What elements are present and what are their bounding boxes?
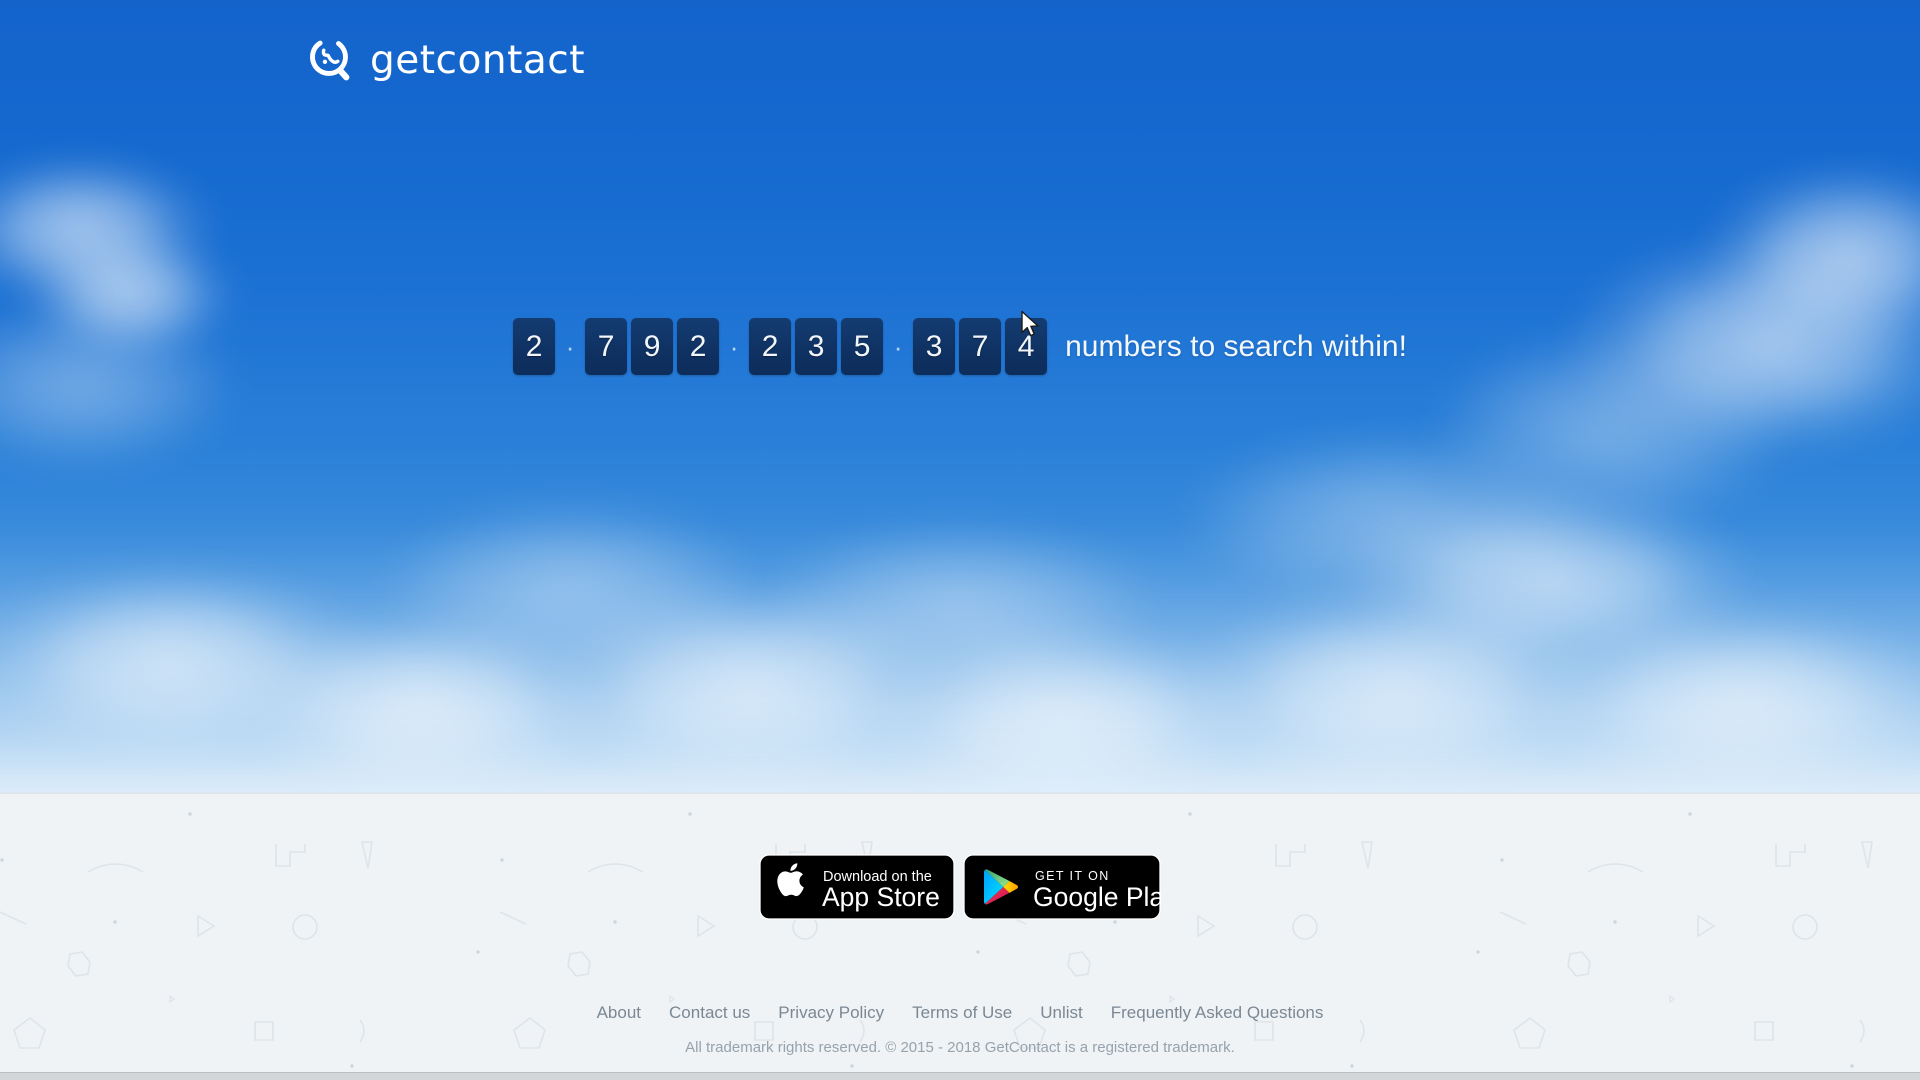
google-play-badge[interactable]: GET IT ON Google Play <box>963 854 1178 925</box>
counter-digit-group: 2 <box>513 318 556 375</box>
counter-digit-group: 792 <box>585 318 720 375</box>
footer-link[interactable]: Privacy Policy <box>778 1004 884 1021</box>
counter-digit-group: 235 <box>749 318 884 375</box>
bottom-chrome-strip <box>0 1072 1920 1080</box>
counter-digit-groups: 2 · 7 9 2 · 2 3 5 · 3 7 4 <box>513 318 1048 375</box>
counter-digit-tile: 7 <box>959 318 1002 375</box>
counter-separator-dot: · <box>565 331 575 362</box>
google-play-badge-graphic: GET IT ON Google Play <box>963 854 1178 920</box>
hero-section: getcontact 2 · 7 9 2 · 2 3 5 · 3 7 4 numbers to sear… <box>0 0 1920 792</box>
counter-caption: numbers to search within! <box>1065 329 1407 363</box>
google-play-large-text: Google Play <box>1033 882 1161 912</box>
counter-separator-dot: · <box>729 331 739 362</box>
footer-link[interactable]: About <box>597 1004 641 1021</box>
app-store-badge[interactable]: Download on the App Store <box>759 854 955 925</box>
counter-digit-group: 374 <box>913 318 1048 375</box>
site-logo[interactable]: getcontact <box>308 36 585 84</box>
counter-separator-dot: · <box>893 331 903 362</box>
footer-link[interactable]: Unlist <box>1040 1004 1083 1021</box>
counter-digit-tile: 3 <box>913 318 956 375</box>
footer-decorative-pattern <box>0 811 1920 1069</box>
cloud-layer <box>0 0 1920 792</box>
app-store-large-text: App Store <box>822 882 940 912</box>
counter-digit-tile: 2 <box>749 318 792 375</box>
footer-copyright: All trademark rights reserved. © 2015 - … <box>685 1039 1235 1056</box>
google-play-small-text: GET IT ON <box>1035 869 1110 883</box>
footer-link[interactable]: Terms of Use <box>912 1004 1012 1021</box>
counter-digit-tile: 7 <box>585 318 628 375</box>
counter-digit-tile: 2 <box>677 318 720 375</box>
counter-digit-tile: 9 <box>631 318 674 375</box>
counter-digit-tile: 4 <box>1005 318 1048 375</box>
counter-digit-tile: 5 <box>841 318 884 375</box>
counter-digit-tile: 2 <box>513 318 556 375</box>
footer-link[interactable]: Frequently Asked Questions <box>1111 1004 1324 1021</box>
counter-digit-tile: 3 <box>795 318 838 375</box>
app-store-badge-graphic: Download on the App Store <box>759 854 955 920</box>
number-counter: 2 · 7 9 2 · 2 3 5 · 3 7 4 numbers to search within! <box>0 318 1920 375</box>
footer-link[interactable]: Contact us <box>669 1004 750 1021</box>
footer-link-list: About Contact us Privacy Policy Terms of Us… <box>0 1004 1920 1021</box>
footer-section: Download on the App Store GET IT ON Goog… <box>0 792 1920 1074</box>
page-root: getcontact 2 · 7 9 2 · 2 3 5 · 3 7 4 numbers to sear… <box>0 0 1920 1080</box>
magnifier-phone-icon <box>310 38 350 81</box>
app-store-badges: Download on the App Store GET IT ON Goog… <box>0 854 1920 925</box>
logo-wordmark: getcontact <box>370 37 585 83</box>
